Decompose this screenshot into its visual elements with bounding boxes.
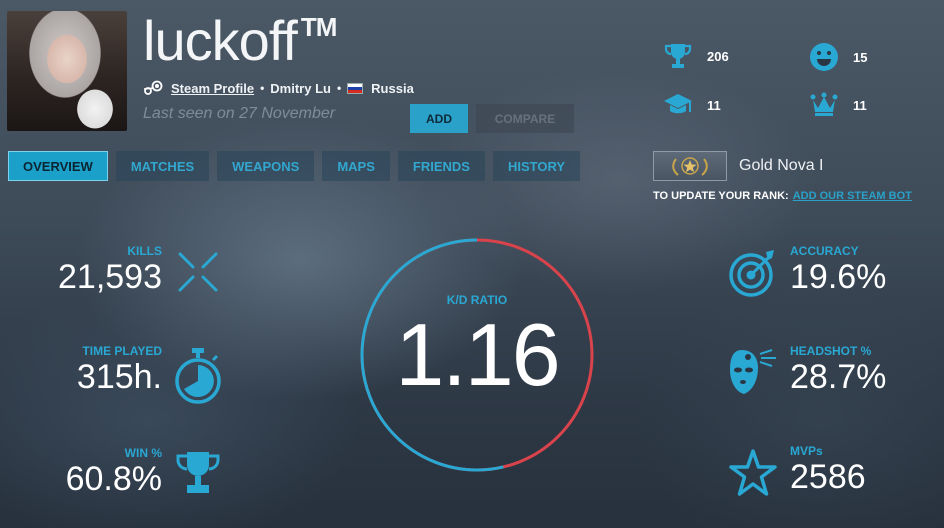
real-name: Dmitry Lu <box>270 80 331 96</box>
smiley-count: 15 <box>853 49 868 65</box>
win-rate-stat: WIN % 60.8% <box>40 446 162 499</box>
mvp-star-icon <box>729 449 777 496</box>
win-trophy-icon <box>176 452 220 493</box>
stopwatch-icon <box>175 348 221 404</box>
kills-stat: KILLS 21,593 <box>40 244 162 297</box>
separator-dot: • <box>336 81 342 95</box>
tab-friends[interactable]: FRIENDS <box>397 151 485 181</box>
headshot-value: 28.7% <box>790 358 887 396</box>
trademark: TM <box>300 12 338 42</box>
rank-update-text: TO UPDATE YOUR RANK: <box>653 190 789 202</box>
add-friend-button[interactable]: ADD <box>410 104 468 133</box>
time-played-stat: TIME PLAYED 315h. <box>40 344 162 397</box>
tab-matches[interactable]: MATCHES <box>115 151 210 181</box>
smiley-icon <box>810 43 838 71</box>
add-steam-bot-link[interactable]: ADD OUR STEAM BOT <box>793 190 912 202</box>
mvps-stat: MVPs 2586 <box>790 444 866 497</box>
kills-label: KILLS <box>127 244 162 258</box>
compare-button[interactable]: COMPARE <box>476 104 574 133</box>
smiley-stat: 15 <box>809 42 867 72</box>
russia-flag-icon <box>347 82 364 94</box>
mvps-label: MVPs <box>790 444 823 458</box>
graduation-stat: 11 <box>663 92 721 118</box>
separator-dot: • <box>260 81 265 95</box>
tab-weapons[interactable]: WEAPONS <box>217 151 315 181</box>
crosshair-x-icon <box>178 252 218 292</box>
trophies-count: 206 <box>707 48 729 64</box>
steam-icon <box>143 80 163 95</box>
graduation-count: 11 <box>707 97 721 113</box>
headshot-stat: HEADSHOT % 28.7% <box>790 344 886 397</box>
win-rate-label: WIN % <box>124 446 162 460</box>
headshot-icon <box>730 349 776 394</box>
tab-maps[interactable]: MAPS <box>322 151 390 181</box>
win-rate-value: 60.8% <box>65 460 162 498</box>
crown-icon <box>810 92 838 116</box>
gold-nova-star-icon <box>672 157 708 176</box>
rank-update-note: TO UPDATE YOUR RANK: ADD OUR STEAM BOT <box>653 190 912 202</box>
trophy-icon <box>664 44 692 68</box>
username-heading: luckoff TM <box>143 8 338 73</box>
tab-overview[interactable]: OVERVIEW <box>8 151 108 181</box>
tab-bar: OVERVIEW MATCHES WEAPONS MAPS FRIENDS HI… <box>8 151 581 181</box>
country: Russia <box>371 80 414 96</box>
graduation-cap-icon <box>664 94 692 114</box>
mvps-value: 2586 <box>790 458 866 496</box>
accuracy-stat: ACCURACY 19.6% <box>790 244 886 297</box>
steam-profile-link[interactable]: Steam Profile <box>171 81 254 96</box>
headshot-label: HEADSHOT % <box>790 344 872 358</box>
rank-badge <box>653 151 727 181</box>
username: luckoff <box>143 9 298 72</box>
accuracy-label: ACCURACY <box>790 244 859 258</box>
crown-stat: 11 <box>809 92 867 118</box>
last-seen: Last seen on 27 November <box>143 105 336 122</box>
time-played-label: TIME PLAYED <box>82 344 162 358</box>
time-played-value: 315h. <box>76 358 162 396</box>
tab-history[interactable]: HISTORY <box>492 151 581 181</box>
kills-value: 21,593 <box>58 258 162 296</box>
crown-count: 11 <box>853 97 867 113</box>
trophies-stat: 206 <box>663 42 729 70</box>
accuracy-value: 19.6% <box>790 258 887 296</box>
kd-ratio-value: 1.16 <box>395 305 560 404</box>
avatar <box>7 11 127 131</box>
accuracy-target-icon <box>729 250 774 297</box>
profile-meta: Steam Profile • Dmitry Lu • Russia <box>143 80 414 96</box>
rank-name: Gold Nova I <box>739 157 824 174</box>
